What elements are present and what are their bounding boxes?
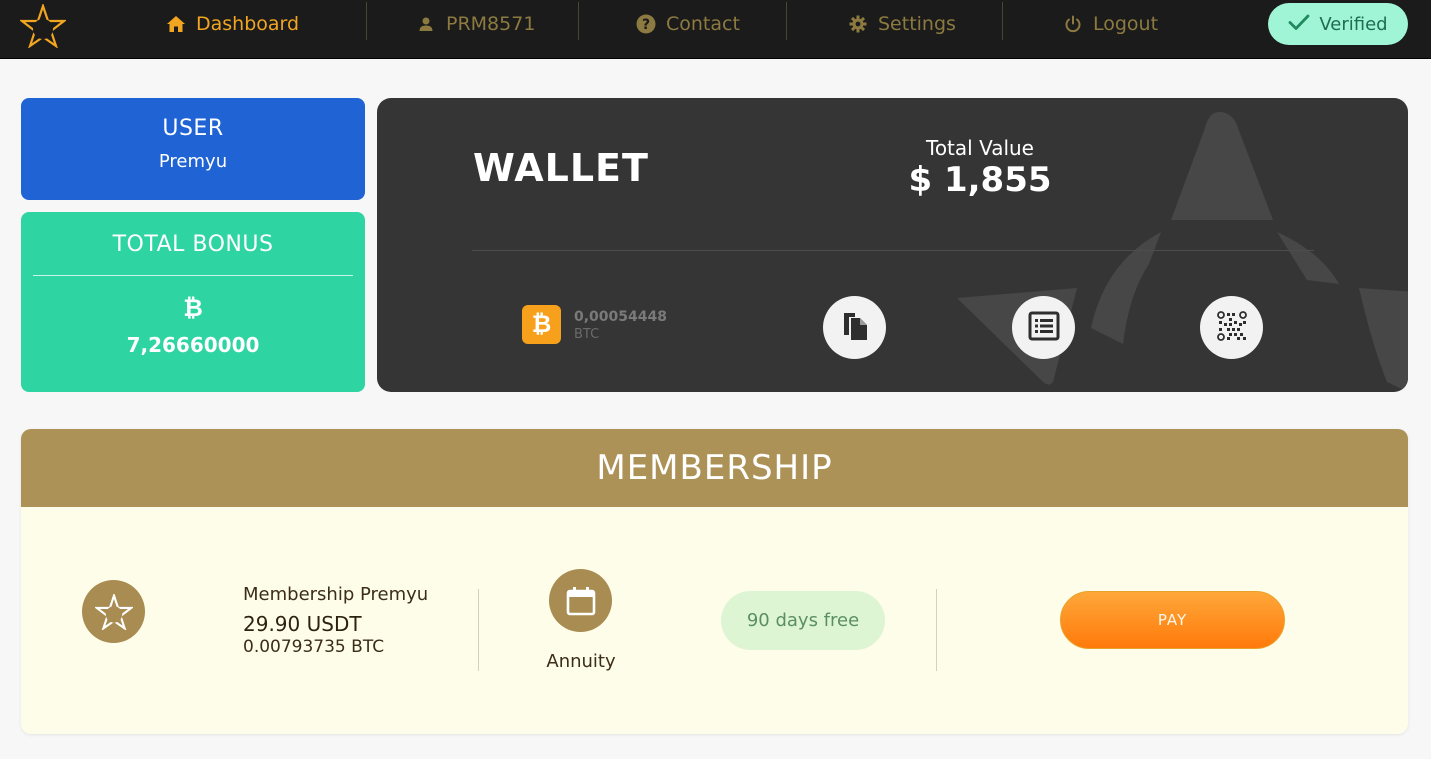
- total-value-label: Total Value: [926, 136, 1034, 160]
- user-card: USER Premyu: [21, 98, 365, 200]
- nav-divider: [578, 2, 579, 40]
- copy-icon: [841, 311, 869, 345]
- btc-balance: 0,00054448: [574, 309, 667, 325]
- nav-divider: [786, 2, 787, 40]
- nav-dashboard[interactable]: Dashboard: [166, 0, 299, 48]
- nav-divider: [366, 2, 367, 40]
- nav-logout[interactable]: Logout: [1063, 0, 1158, 48]
- bitcoin-icon: ₿: [183, 294, 203, 322]
- free-trial-badge: 90 days free: [721, 591, 885, 650]
- membership-panel: MEMBERSHIP Membership Premyu 29.90 USDT …: [21, 429, 1408, 734]
- verified-badge[interactable]: Verified: [1268, 3, 1408, 45]
- nav-settings[interactable]: Settings: [848, 0, 956, 48]
- calendar-icon: [549, 569, 612, 632]
- nav-divider: [1002, 2, 1003, 40]
- membership-star-icon: [82, 580, 145, 643]
- user-card-heading: USER: [162, 116, 224, 141]
- nav-logout-label: Logout: [1093, 13, 1159, 35]
- gear-icon: [848, 14, 868, 34]
- total-bonus-card: TOTAL BONUS ₿ 7,26660000: [21, 212, 365, 392]
- transactions-button[interactable]: [1012, 296, 1075, 359]
- wallet-divider: [472, 250, 1314, 251]
- logo-star-icon[interactable]: [20, 4, 66, 48]
- membership-plan-name: Membership Premyu: [243, 584, 429, 605]
- divider: [936, 589, 937, 671]
- svg-text:?: ?: [642, 17, 650, 33]
- wallet-title: WALLET: [473, 146, 649, 190]
- top-navigation: Dashboard PRM8571 ? Contact Settings Log…: [0, 0, 1431, 59]
- membership-price-usdt: 29.90 USDT: [243, 612, 362, 636]
- nav-account-label: PRM8571: [446, 13, 536, 35]
- membership-heading: MEMBERSHIP: [21, 429, 1408, 507]
- membership-price-btc: 0.00793735 BTC: [243, 637, 385, 657]
- total-value: $ 1,855: [908, 160, 1052, 200]
- nav-contact[interactable]: ? Contact: [636, 0, 740, 48]
- divider: [33, 275, 353, 276]
- pay-button[interactable]: PAY: [1060, 591, 1285, 649]
- divider: [478, 589, 479, 671]
- btc-unit: BTC: [574, 327, 600, 342]
- list-icon: [1028, 311, 1060, 345]
- receive-qr-button[interactable]: [1200, 296, 1263, 359]
- bitcoin-icon: ₿: [522, 305, 561, 344]
- qr-code-icon: [1216, 310, 1248, 346]
- membership-period: Annuity: [546, 651, 616, 672]
- power-icon: [1063, 14, 1083, 34]
- total-bonus-heading: TOTAL BONUS: [112, 232, 274, 257]
- nav-settings-label: Settings: [878, 13, 956, 35]
- checkmark-icon: [1288, 13, 1310, 36]
- home-icon: [166, 14, 186, 34]
- nav-contact-label: Contact: [666, 13, 740, 35]
- verified-label: Verified: [1319, 13, 1388, 35]
- user-icon: [416, 14, 436, 34]
- nav-account[interactable]: PRM8571: [416, 0, 535, 48]
- total-bonus-value: 7,26660000: [126, 333, 260, 357]
- copy-address-button[interactable]: [823, 296, 886, 359]
- wallet-panel: WALLET Total Value $ 1,855 ₿ 0,00054448 …: [377, 98, 1408, 392]
- nav-dashboard-label: Dashboard: [196, 13, 300, 35]
- help-icon: ?: [636, 14, 656, 34]
- user-name: Premyu: [158, 151, 228, 172]
